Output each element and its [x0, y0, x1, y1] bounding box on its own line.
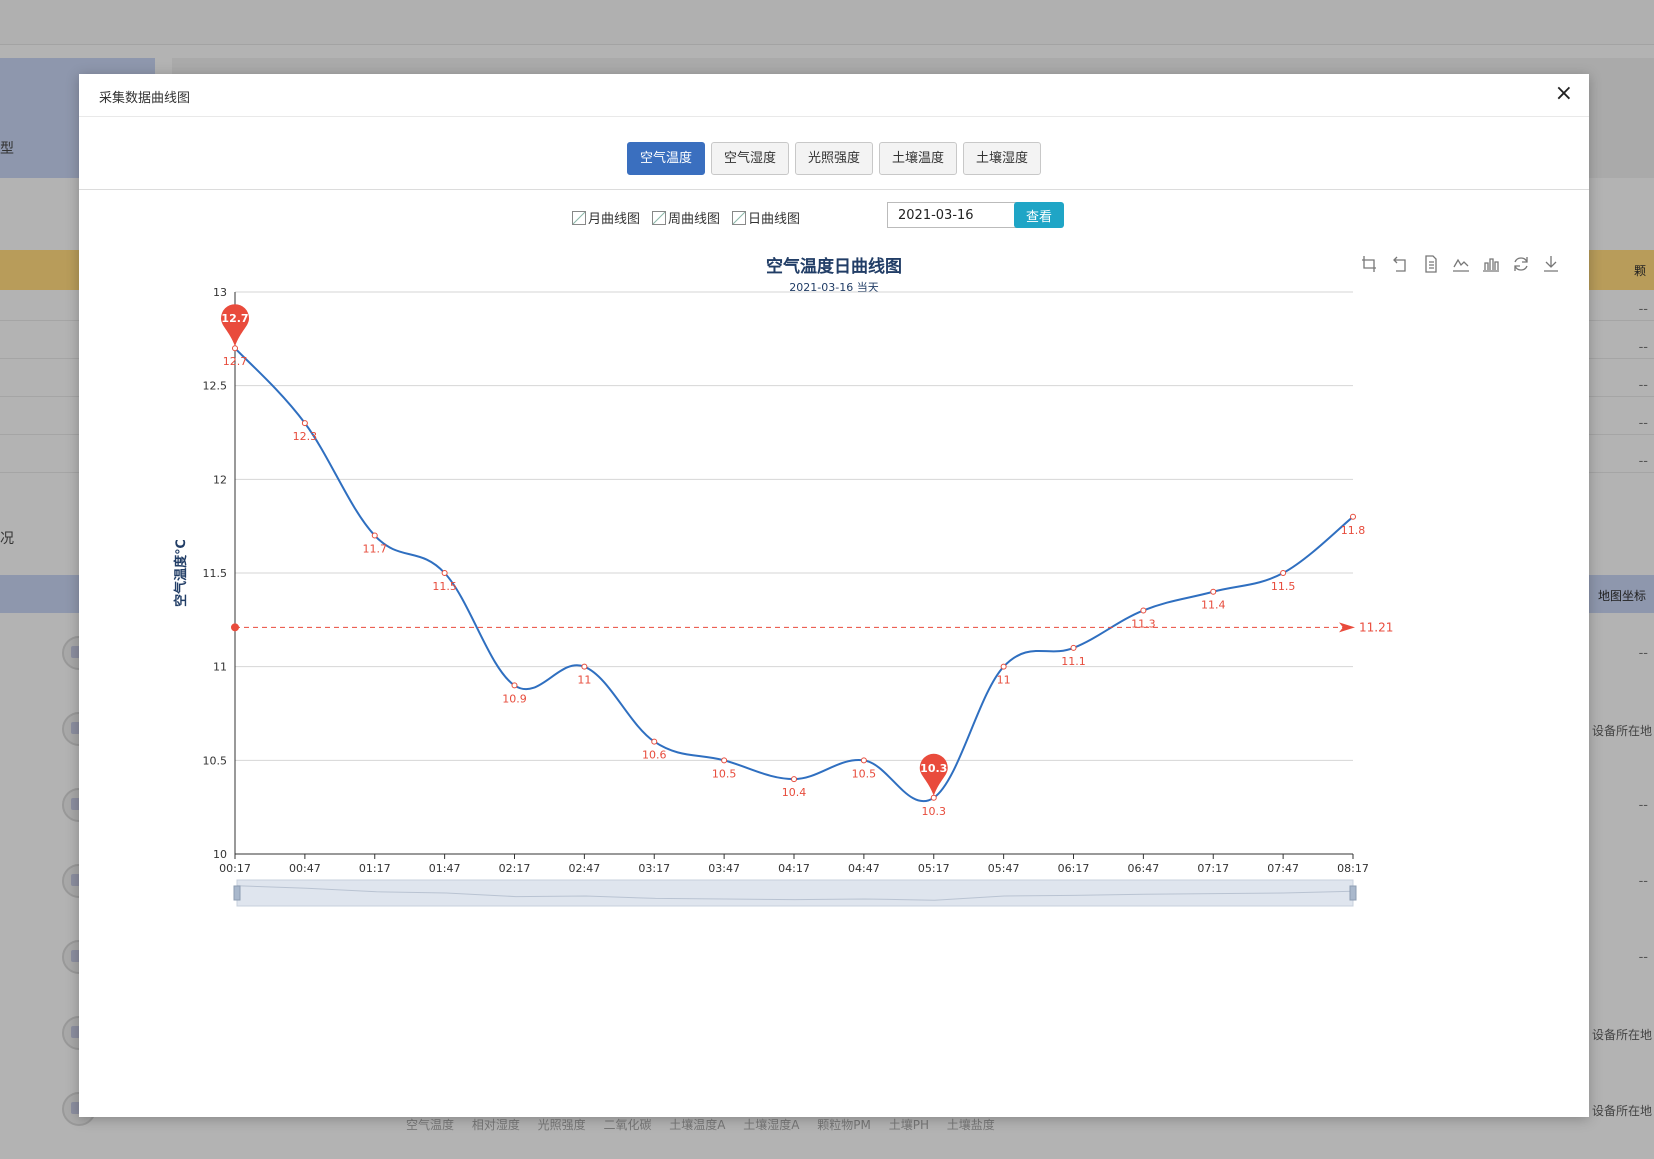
- background-left-label: 型: [0, 141, 14, 157]
- data-point: [441, 570, 448, 576]
- average-line-label: 11.21: [1359, 620, 1393, 634]
- y-tick-label: 11.5: [203, 567, 228, 580]
- data-point: [721, 757, 728, 764]
- x-tick-label: 04:47: [848, 862, 880, 875]
- data-label: 10.4: [782, 786, 807, 799]
- x-tick-label: 07:47: [1267, 862, 1299, 875]
- data-label: 10.5: [712, 767, 737, 780]
- x-tick-label: 06:17: [1058, 862, 1090, 875]
- background-row-value: --: [1638, 950, 1648, 965]
- x-tick-label: 06:47: [1128, 862, 1160, 875]
- datazoom-handle-right[interactable]: [1349, 885, 1357, 901]
- x-tick-label: 03:47: [708, 862, 740, 875]
- x-tick-label: 05:17: [918, 862, 950, 875]
- background-row-value: --: [1638, 302, 1648, 317]
- x-tick-label: 02:17: [499, 862, 531, 875]
- data-label: 11.1: [1061, 655, 1086, 668]
- background-footer-legend: 空气温度 相对湿度 光照强度 二氧化碳 土壤温度A 土壤湿度A 颗粒物PM 土壤…: [406, 1118, 995, 1132]
- x-tick-label: 01:47: [429, 862, 461, 875]
- datazoom-handle-left[interactable]: [233, 885, 241, 901]
- x-tick-label: 01:17: [359, 862, 391, 875]
- data-label: 11.5: [1271, 580, 1296, 593]
- background-strip-label: 颗: [1633, 264, 1646, 278]
- data-point: [511, 682, 518, 689]
- y-tick-label: 11: [213, 661, 227, 674]
- x-tick-label: 00:47: [289, 862, 321, 875]
- data-label: 10.6: [642, 749, 667, 762]
- data-label: 11.7: [363, 543, 388, 556]
- background-row-value: --: [1638, 454, 1648, 469]
- data-point: [371, 532, 378, 539]
- average-line-start: [231, 623, 239, 632]
- background-row-value: --: [1638, 646, 1648, 661]
- max-pin-label: 12.7: [221, 312, 248, 325]
- background-topbar: [0, 0, 1654, 45]
- background-section-caption: 况: [0, 531, 14, 547]
- x-tick-label: 00:17: [219, 862, 251, 875]
- background-column-label: 地图坐标: [1597, 589, 1646, 603]
- data-label: 11.4: [1201, 599, 1226, 612]
- chart-modal: 采集数据曲线图 × 空气温度 空气湿度 光照强度 土壤温度 土壤湿度 月曲线图 周曲线图…: [79, 74, 1589, 1117]
- data-point: [860, 757, 867, 764]
- data-label: 11.3: [1131, 617, 1156, 630]
- data-point: [1070, 644, 1077, 651]
- background-row-value: --: [1638, 340, 1648, 355]
- background-device-location: 设备所在地: [1591, 1028, 1652, 1042]
- data-label: 12.7: [223, 355, 248, 368]
- y-tick-label: 10.5: [203, 754, 228, 767]
- data-label: 10.3: [922, 805, 947, 818]
- x-tick-label: 04:17: [778, 862, 810, 875]
- x-tick-label: 07:17: [1197, 862, 1229, 875]
- data-label: 11: [997, 674, 1011, 687]
- data-label: 12.3: [293, 430, 318, 443]
- background-row-value: --: [1638, 798, 1648, 813]
- data-point: [232, 345, 238, 352]
- data-point: [1280, 570, 1287, 576]
- x-tick-label: 03:17: [638, 862, 670, 875]
- y-tick-label: 13: [213, 286, 227, 299]
- x-tick-label: 08:17: [1337, 862, 1369, 875]
- average-line-arrow: [1339, 622, 1355, 633]
- x-tick-label: 02:47: [569, 862, 601, 875]
- data-label: 10.5: [852, 767, 877, 780]
- data-label: 11: [577, 674, 591, 687]
- y-tick-label: 12.5: [203, 380, 228, 393]
- data-point: [651, 738, 658, 745]
- data-point: [1350, 513, 1356, 520]
- data-point: [581, 663, 588, 670]
- background-device-location: 设备所在地: [1591, 724, 1652, 738]
- datazoom-track: [236, 879, 1354, 907]
- y-tick-label: 10: [213, 848, 227, 861]
- data-point: [1000, 663, 1007, 670]
- background-row-value: --: [1638, 874, 1648, 889]
- x-tick-label: 05:47: [988, 862, 1020, 875]
- line-chart: 10 10.5 11 11.5 12 12.5 13 00:17 00:47 01:17 01:47…: [173, 286, 1393, 907]
- data-label: 10.9: [502, 692, 527, 705]
- background-row-value: --: [1638, 378, 1648, 393]
- data-point: [1210, 588, 1217, 595]
- data-point: [1140, 607, 1147, 614]
- background-device-location: 设备所在地: [1591, 1104, 1652, 1118]
- background-row-value: --: [1638, 416, 1648, 431]
- min-pin-label: 10.3: [920, 762, 947, 775]
- data-point: [930, 794, 937, 801]
- data-label: 11.8: [1341, 524, 1366, 537]
- data-point: [791, 776, 797, 783]
- data-label: 11.5: [432, 580, 457, 593]
- series-line: [234, 347, 1354, 802]
- data-point: [301, 420, 308, 427]
- y-tick-label: 12: [213, 473, 227, 486]
- y-axis-label: 空气温度℃: [173, 539, 189, 607]
